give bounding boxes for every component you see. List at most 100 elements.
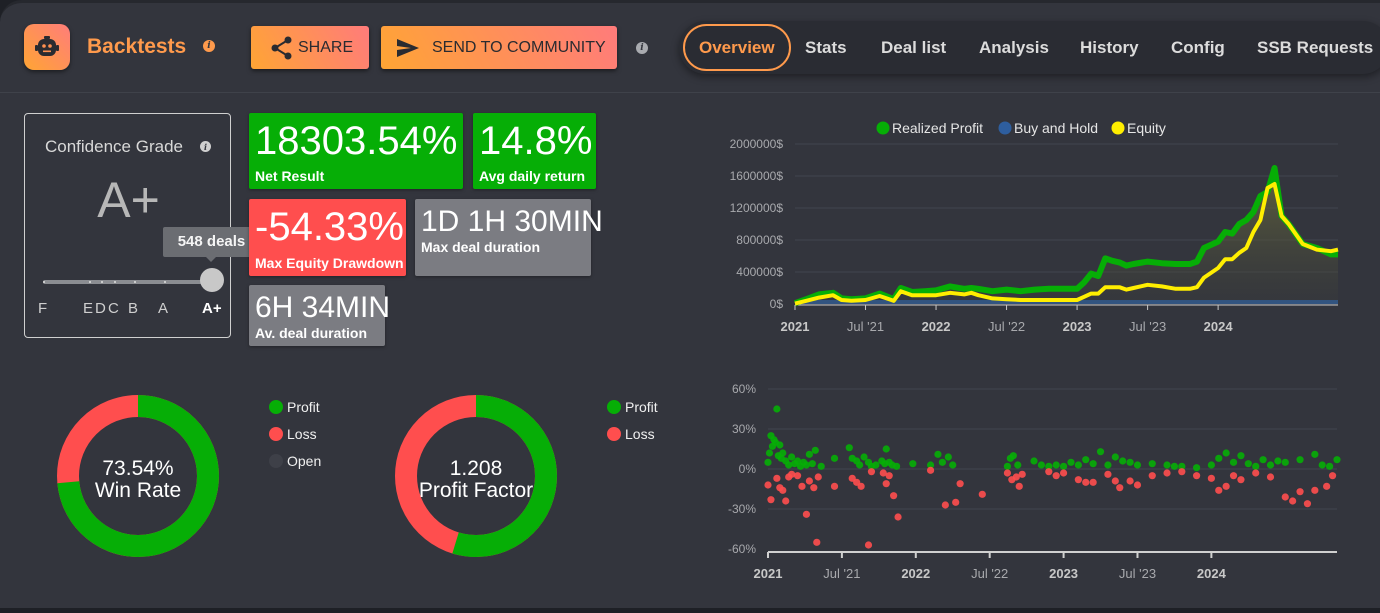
profit-point[interactable]	[1170, 462, 1179, 470]
loss-point[interactable]	[1296, 488, 1304, 496]
profit-point[interactable]	[1318, 461, 1326, 469]
app-logo[interactable]	[24, 24, 70, 70]
loss-point[interactable]	[978, 490, 986, 498]
profit-point[interactable]	[1082, 456, 1090, 464]
profit-point[interactable]	[1111, 453, 1119, 461]
profit-point[interactable]	[1009, 452, 1017, 460]
profit-point[interactable]	[856, 461, 864, 469]
loss-point[interactable]	[1281, 493, 1289, 501]
tab-stats[interactable]: Stats	[805, 24, 847, 71]
info-icon[interactable]: i	[636, 42, 648, 54]
profit-point[interactable]	[779, 449, 787, 457]
profit-point[interactable]	[1037, 461, 1046, 469]
loss-point[interactable]	[1126, 477, 1134, 485]
profit-point[interactable]	[1059, 462, 1068, 470]
loss-point[interactable]	[767, 496, 775, 504]
legend-item-profit[interactable]: Profit	[269, 393, 321, 420]
loss-point[interactable]	[1252, 469, 1260, 477]
loss-point[interactable]	[773, 474, 781, 482]
loss-point[interactable]	[1082, 478, 1090, 486]
loss-point[interactable]	[802, 510, 811, 518]
profit-point[interactable]	[811, 446, 819, 454]
profit-point[interactable]	[1052, 461, 1060, 469]
loss-point[interactable]	[814, 473, 822, 481]
loss-point[interactable]	[1003, 469, 1012, 477]
loss-point[interactable]	[1052, 472, 1060, 480]
profit-point[interactable]	[1207, 461, 1215, 469]
profit-point[interactable]	[1311, 450, 1319, 458]
loss-point[interactable]	[857, 482, 865, 490]
profit-point[interactable]	[1266, 461, 1275, 469]
profit-point[interactable]	[764, 458, 772, 466]
profit-point[interactable]	[765, 449, 774, 457]
profit-point[interactable]	[1222, 449, 1230, 457]
loss-point[interactable]	[894, 513, 902, 521]
loss-point[interactable]	[956, 480, 964, 488]
profit-point[interactable]	[1089, 460, 1097, 468]
profit-point[interactable]	[805, 450, 813, 458]
loss-point[interactable]	[1207, 474, 1215, 482]
profit-point[interactable]	[1252, 462, 1260, 470]
profit-point[interactable]	[1104, 461, 1112, 469]
tab-history[interactable]: History	[1080, 24, 1139, 71]
profit-point[interactable]	[1003, 462, 1012, 470]
profit-point[interactable]	[776, 441, 784, 449]
loss-point[interactable]	[1303, 500, 1312, 508]
loss-point[interactable]	[1059, 469, 1068, 477]
loss-point[interactable]	[926, 466, 935, 474]
profit-point[interactable]	[1326, 462, 1334, 470]
loss-point[interactable]	[952, 498, 960, 506]
info-icon[interactable]: i	[200, 141, 211, 152]
loss-point[interactable]	[1237, 476, 1245, 484]
loss-point[interactable]	[1163, 469, 1171, 477]
tab-config[interactable]: Config	[1171, 24, 1225, 71]
loss-point[interactable]	[882, 480, 890, 488]
tab-overview[interactable]: Overview	[683, 24, 791, 71]
profit-point[interactable]	[1014, 461, 1022, 469]
profit-point[interactable]	[830, 454, 839, 462]
profit-point[interactable]	[1074, 461, 1082, 469]
profit-point[interactable]	[1096, 448, 1105, 456]
profit-point[interactable]	[1192, 464, 1201, 472]
profit-point[interactable]	[1281, 458, 1289, 466]
legend-item-open[interactable]: Open	[269, 447, 321, 474]
loss-point[interactable]	[1323, 482, 1331, 490]
loss-point[interactable]	[793, 472, 802, 480]
profit-point[interactable]	[949, 461, 957, 469]
profit-point[interactable]	[1148, 460, 1156, 468]
loss-point[interactable]	[1015, 482, 1023, 490]
loss-point[interactable]	[1018, 470, 1026, 478]
loss-point[interactable]	[1266, 473, 1275, 481]
profit-point[interactable]	[1030, 457, 1038, 465]
profit-point[interactable]	[1259, 456, 1267, 464]
loss-point[interactable]	[1148, 472, 1156, 480]
loss-point[interactable]	[779, 486, 787, 494]
profit-point[interactable]	[1067, 458, 1075, 466]
legend-label[interactable]: Buy and Hold	[1014, 120, 1098, 136]
info-icon[interactable]: i	[203, 40, 215, 52]
loss-point[interactable]	[1111, 477, 1119, 485]
profit-point[interactable]	[773, 405, 781, 413]
legend-item-loss[interactable]: Loss	[607, 420, 658, 447]
loss-point[interactable]	[1089, 478, 1097, 486]
profit-point[interactable]	[788, 453, 796, 461]
loss-point[interactable]	[1104, 470, 1112, 478]
loss-point[interactable]	[1229, 472, 1238, 480]
profit-point[interactable]	[1163, 461, 1171, 469]
share-button[interactable]: SHARE	[251, 26, 369, 69]
loss-point[interactable]	[1215, 486, 1223, 494]
loss-point[interactable]	[1045, 468, 1053, 476]
legend-item-profit[interactable]: Profit	[607, 393, 658, 420]
profit-point[interactable]	[1237, 452, 1245, 460]
loss-point[interactable]	[885, 472, 893, 480]
loss-point[interactable]	[1178, 468, 1186, 476]
loss-point[interactable]	[798, 482, 806, 490]
legend-item-loss[interactable]: Loss	[269, 420, 321, 447]
profit-point[interactable]	[1126, 458, 1134, 466]
profit-point[interactable]	[808, 460, 816, 468]
loss-point[interactable]	[764, 481, 772, 489]
profit-point[interactable]	[872, 461, 880, 469]
loss-point[interactable]	[1328, 472, 1337, 480]
profit-point[interactable]	[892, 462, 901, 470]
loss-point[interactable]	[941, 501, 949, 509]
